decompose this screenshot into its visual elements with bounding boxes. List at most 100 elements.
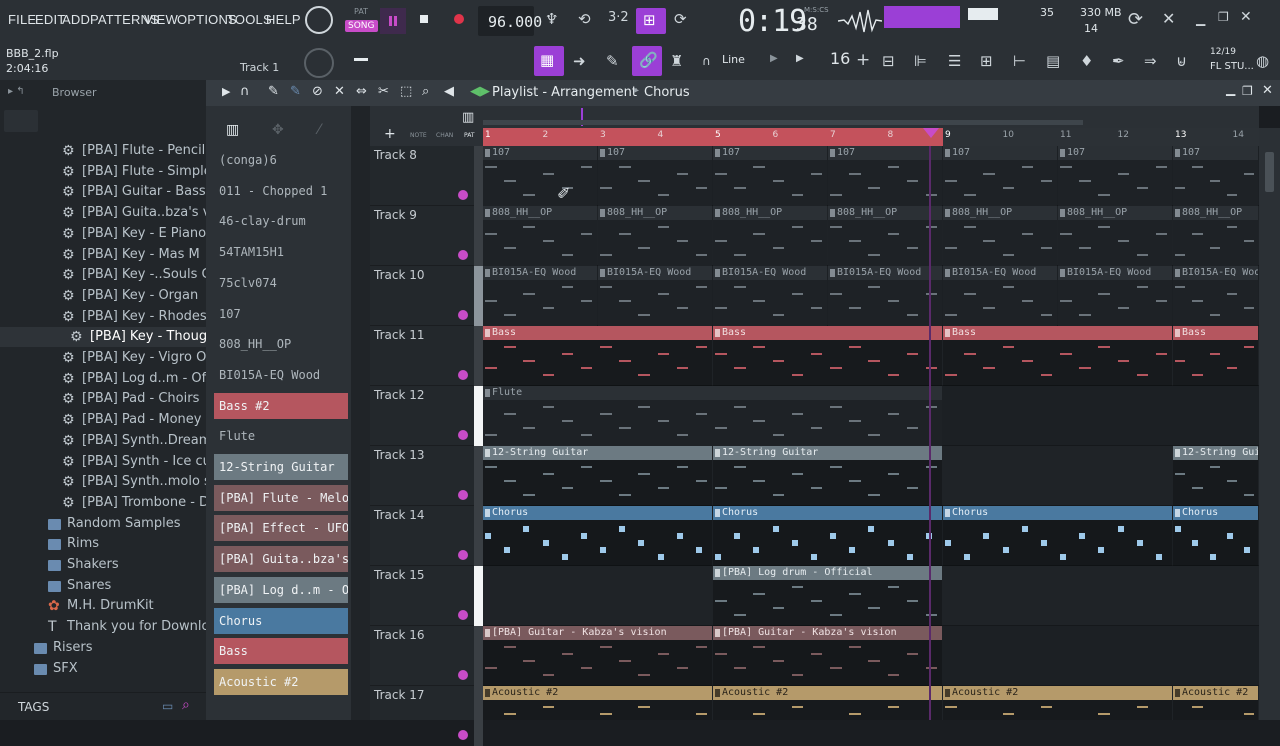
pattern-item[interactable]: 54TAM15H1 [214, 239, 348, 266]
pattern-picker-icon[interactable]: ▥ [462, 110, 474, 125]
playlist-clip[interactable]: 808_HH__OP [828, 206, 942, 266]
playlist-clip[interactable]: BI015A-EQ Wood [943, 266, 1057, 326]
plugin-icon[interactable]: ⊞ [980, 52, 993, 70]
countdown-icon[interactable]: 3·2 [608, 10, 629, 25]
arrow-right-icon[interactable]: ➜ [573, 52, 586, 70]
slip-tool-icon[interactable]: ⇔ [356, 84, 367, 99]
playlist-clip[interactable]: Bass [943, 326, 1172, 386]
track-color-strip[interactable] [474, 446, 483, 506]
playlist-clip[interactable]: [PBA] Guitar - Kabza's vision [483, 626, 712, 686]
browser-item[interactable]: ⚙ [PBA] Pad - Choirs [0, 389, 206, 409]
file-icon[interactable]: ▤ [1046, 52, 1060, 70]
browser-search-box[interactable] [4, 110, 38, 132]
track-color-strip[interactable] [474, 206, 483, 266]
browser-item[interactable]: ⚙ [PBA] Guitar - Bass [0, 182, 206, 202]
magnet-tool-icon[interactable]: ∩ [240, 84, 250, 99]
pattern-item[interactable]: [PBA] Guita..bza's vision [214, 546, 348, 573]
speaker-tool-icon[interactable]: ◀ [444, 84, 454, 99]
pattern-item[interactable]: BI015A-EQ Wood [214, 361, 348, 388]
piano-roll-button[interactable]: ▦ [534, 46, 564, 76]
playlist-clip[interactable]: 808_HH__OP [1173, 206, 1259, 266]
pat-mode-label[interactable]: PAT [354, 7, 368, 16]
playlist-clip[interactable]: [PBA] Log drum - Official [713, 566, 942, 626]
browser-item[interactable]: ⚙ [PBA] Pad - Money Heist [0, 410, 239, 430]
overview-strip[interactable] [483, 106, 1259, 128]
track-header[interactable]: Track 15 [370, 566, 474, 626]
browser-item[interactable]: ⚙ [PBA] Key - Vigro Organ [0, 348, 236, 368]
playlist-clip[interactable]: BI015A-EQ Wood [1058, 266, 1172, 326]
playlist-clip[interactable]: BI015A-EQ Wood [828, 266, 942, 326]
track-lane[interactable]: Flute [483, 386, 1259, 446]
playlist-clip[interactable]: Bass [713, 326, 942, 386]
browser-item[interactable]: Shakers [0, 555, 206, 575]
channel-rack-icon[interactable]: ⊟ [882, 52, 895, 70]
browser-item[interactable]: ✿ M.H. DrumKit [0, 596, 206, 616]
snap-select[interactable]: Line [722, 53, 745, 66]
browser-item[interactable]: Rims [0, 534, 206, 554]
stop-button[interactable] [413, 8, 435, 30]
globe-icon[interactable]: ◍ [1256, 52, 1269, 70]
browser-item[interactable]: Risers [0, 638, 206, 658]
track-color-strip[interactable] [474, 626, 483, 686]
draw-tool-icon[interactable]: ✎ [268, 84, 279, 99]
vertical-scrollbar[interactable] [1259, 128, 1280, 720]
news-date[interactable]: 12/19 [1210, 47, 1236, 57]
mixer-icon[interactable]: ⊫ [914, 52, 927, 70]
browser-item[interactable]: SFX [0, 659, 206, 679]
search-icon[interactable]: ⌕ [182, 697, 190, 713]
track-mute-led[interactable] [458, 550, 468, 560]
select-tool-icon[interactable]: ⬚ [400, 84, 412, 99]
close-window-icon[interactable]: ✕ [1240, 9, 1252, 25]
playlist-close-icon[interactable]: ✕ [1262, 83, 1273, 98]
wait-record-icon[interactable]: ⟲ [578, 10, 591, 28]
track-mute-led[interactable] [458, 250, 468, 260]
track-color-strip[interactable] [474, 566, 483, 626]
arrangement-arrow-icon[interactable]: ◀▶ [470, 84, 490, 99]
playlist-maximize-icon[interactable]: ❐ [1242, 84, 1253, 98]
playlist-clip[interactable]: 107 [943, 146, 1057, 206]
track-lane[interactable]: 808_HH__OP 808_HH__OP 808_HH__OP 808_HH__OP… [483, 206, 1259, 266]
edit-icon[interactable]: ⁄ [318, 122, 320, 138]
track-lane[interactable]: 107 107 107 107 107 107 107 [483, 146, 1259, 206]
playlist-clip[interactable]: 107 [828, 146, 942, 206]
track-mute-led[interactable] [458, 730, 468, 740]
timeline-ruler[interactable]: 1 2 3 4 5 6 7 8 9 10 11 12 13 14 [483, 128, 1259, 146]
browser-item[interactable]: ⚙ [PBA] Guita..bza's vision [0, 203, 241, 223]
brush-icon[interactable]: ✎ [606, 52, 619, 70]
track-lane[interactable]: 12-String Guitar 12-String Guitar 12-Strin… [483, 446, 1259, 506]
metronome-icon[interactable]: ♆ [545, 10, 558, 28]
playlist-menu-icon[interactable]: ▶ [222, 85, 230, 98]
pattern-item[interactable]: [PBA] Effect - UFO [214, 515, 348, 542]
track-color-strip[interactable] [474, 686, 483, 746]
playlist-clip[interactable]: Acoustic #2 [943, 686, 1172, 720]
playlist-clip[interactable]: 107 [1173, 146, 1259, 206]
track-header[interactable]: Track 17 [370, 686, 474, 746]
cart-icon[interactable]: ⊌ [1176, 52, 1187, 70]
track-header[interactable]: Track 12 [370, 386, 474, 446]
track-header[interactable]: Track 13 [370, 446, 474, 506]
export-icon[interactable]: ⇒ [1144, 52, 1157, 70]
pen-icon[interactable]: ✒ [1112, 52, 1125, 70]
pattern-item[interactable]: 46-clay-drum [214, 208, 348, 235]
playlist-clip[interactable]: BI015A-EQ Wood [483, 266, 597, 326]
step-size[interactable]: 16 [830, 49, 850, 68]
link-button[interactable]: 🔗 [632, 46, 662, 76]
song-mode-button[interactable]: SONG [345, 20, 378, 32]
browser-item[interactable]: T Thank you for Downloading [0, 617, 246, 637]
browser-back-icon[interactable]: ▸ ↰ [8, 86, 25, 97]
track-lane[interactable]: BI015A-EQ Wood BI015A-EQ Wood BI015A-EQ Wo… [483, 266, 1259, 326]
pattern-item[interactable]: 75clv074 [214, 269, 348, 296]
track-lane[interactable]: [PBA] Guitar - Kabza's vision [PBA] Guita… [483, 626, 1259, 686]
current-pattern[interactable]: Chorus [644, 85, 690, 100]
menu-view[interactable]: VIEW [144, 12, 178, 27]
track-lane[interactable]: Chorus Chorus Chorus Chorus [483, 506, 1259, 566]
playlist-clip[interactable]: BI015A-EQ Wood [598, 266, 712, 326]
track-color-strip[interactable] [474, 146, 483, 206]
disconnect-icon[interactable]: ✕ [1162, 9, 1175, 28]
loop-region[interactable] [483, 128, 943, 146]
track-color-strip[interactable] [474, 386, 483, 446]
playlist-icon[interactable]: ☰ [948, 52, 961, 70]
playlist-clip[interactable]: 12-String Guitar [1173, 446, 1259, 506]
track-lane[interactable]: [PBA] Log drum - Official [483, 566, 1259, 626]
playlist-clip[interactable]: 107 [1058, 146, 1172, 206]
